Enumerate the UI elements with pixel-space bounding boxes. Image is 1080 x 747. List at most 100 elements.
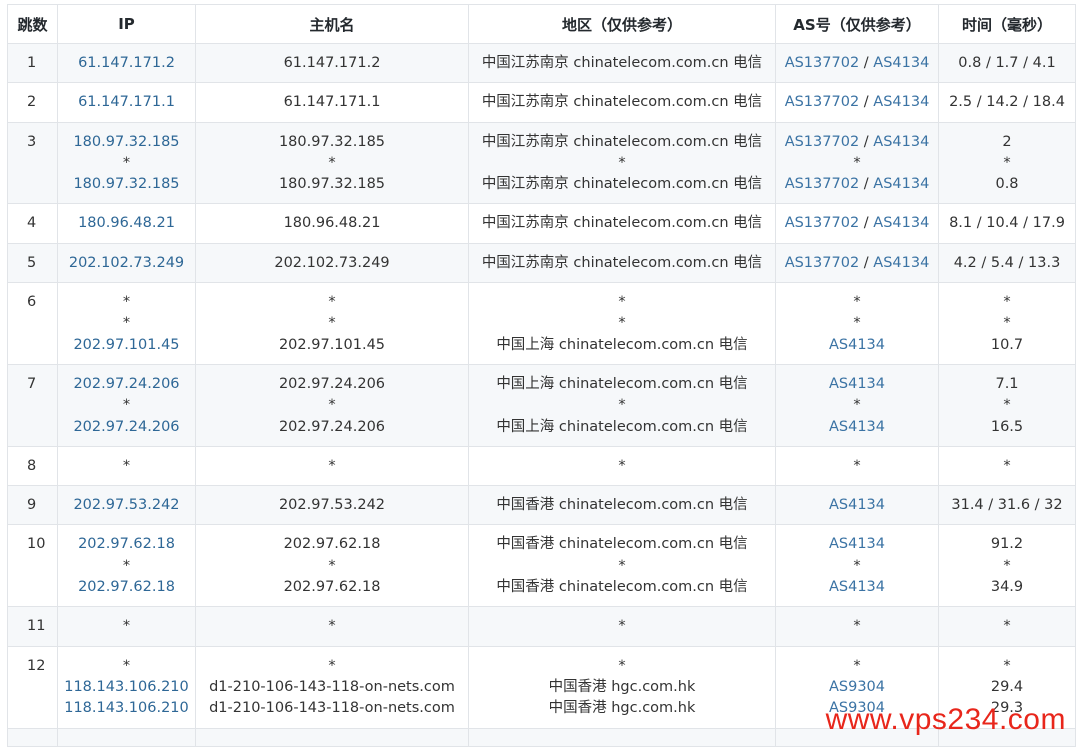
time-cell: * <box>938 445 1076 487</box>
hostname-cell: 180.96.48.21 <box>195 203 469 244</box>
as-line: AS4134 <box>780 335 934 356</box>
region-text: 中国上海 chinatelecom.com.cn 电信 <box>496 418 748 435</box>
table-row: 5 202.102.73.249 202.102.73.249 中国江苏南京 chin… <box>7 242 1076 284</box>
as-cell: * * AS4134 <box>775 282 939 365</box>
region-cell: 中国江苏南京 chinatelecom.com.cn 电信 * 中国江苏南京 chi… <box>468 121 776 205</box>
hostname-cell: * d1-210-106-143-118-on-nets.com d1-210-10… <box>195 645 469 729</box>
header-time: 时间（毫秒） <box>938 4 1076 44</box>
region-text: 中国香港 chinatelecom.com.cn 电信 <box>496 497 748 514</box>
as-line: * <box>780 313 934 334</box>
ip-link: * <box>122 315 131 332</box>
region-cell: * <box>468 606 776 647</box>
as-link[interactable]: AS137702 <box>785 215 859 231</box>
hostname-cell: 61.147.171.1 <box>195 82 469 123</box>
region-text: 中国江苏南京 chinatelecom.com.cn 电信 <box>481 254 763 271</box>
ip-link[interactable]: 61.147.171.2 <box>62 53 191 74</box>
as-link[interactable]: AS4134 <box>829 497 885 513</box>
hostname-text: d1-210-106-143-118-on-nets.com <box>209 700 455 717</box>
hostname-text: 202.97.53.242 <box>278 497 386 514</box>
hop-number: 3 <box>7 121 58 205</box>
time-text: 31.4 / 31.6 / 32 <box>951 497 1063 514</box>
as-link[interactable]: AS137702 <box>785 134 859 150</box>
as-link[interactable]: AS137702 <box>785 255 859 271</box>
time-text: 2.5 / 14.2 / 18.4 <box>949 94 1065 111</box>
hop-number: 11 <box>7 606 58 647</box>
ip-link[interactable]: 180.96.48.21 <box>62 213 191 234</box>
as-link[interactable]: AS4134 <box>873 215 929 231</box>
as-text: * <box>853 397 861 414</box>
ip-link[interactable]: 202.97.62.18 <box>62 577 191 598</box>
time-text: * <box>1003 618 1011 635</box>
as-line: AS4134 <box>780 577 934 598</box>
as-link[interactable]: AS4134 <box>829 419 885 435</box>
ip-link[interactable]: 180.97.32.185 <box>62 174 191 195</box>
as-line: AS9304 <box>780 677 934 698</box>
as-link[interactable]: AS4134 <box>873 134 929 150</box>
ip-link[interactable]: 118.143.106.210 <box>62 677 191 698</box>
ip-cell: 202.102.73.249 <box>57 242 196 284</box>
hostname-cell <box>195 727 469 747</box>
as-link[interactable]: AS137702 <box>785 176 859 192</box>
ip-link[interactable]: 202.97.24.206 <box>62 374 191 395</box>
as-link[interactable]: AS137702 <box>785 94 859 110</box>
time-cell: 2 * 0.8 <box>938 121 1076 205</box>
region-text: 中国江苏南京 chinatelecom.com.cn 电信 <box>481 94 763 111</box>
as-text: * <box>853 154 861 171</box>
hostname-text: 202.97.62.18 <box>283 579 381 596</box>
ip-link[interactable]: 118.143.106.210 <box>62 698 191 719</box>
region-text: * <box>618 457 626 474</box>
table-row: 11 * * * * * <box>7 606 1076 647</box>
time-text: * <box>1003 457 1011 474</box>
as-link[interactable]: AS4134 <box>873 55 929 71</box>
as-line: * <box>780 395 934 416</box>
table-body: 1 61.147.171.2 61.147.171.2 中国江苏南京 chinatel… <box>7 42 1076 747</box>
hostname-cell: * <box>195 445 469 487</box>
ip-cell: * * 202.97.101.45 <box>57 282 196 365</box>
as-cell: AS137702 / AS4134 <box>775 42 939 84</box>
as-cell: AS4134 <box>775 485 939 526</box>
ip-link: * <box>122 154 131 171</box>
hostname-cell: 180.97.32.185 * 180.97.32.185 <box>195 121 469 205</box>
as-link[interactable]: AS9304 <box>829 679 885 695</box>
as-link[interactable]: AS137702 <box>785 55 859 71</box>
as-cell: AS137702 / AS4134 <box>775 203 939 244</box>
as-link[interactable]: AS4134 <box>829 536 885 552</box>
ip-link[interactable]: 202.97.53.242 <box>62 495 191 516</box>
as-text: * <box>853 457 861 474</box>
as-link[interactable]: AS4134 <box>873 94 929 110</box>
hostname-text: 202.97.24.206 <box>278 375 386 392</box>
as-cell: * <box>775 445 939 487</box>
hostname-text: * <box>328 154 336 171</box>
ip-link[interactable]: 202.97.62.18 <box>62 534 191 555</box>
table-row: 9 202.97.53.242 202.97.53.242 中国香港 chinatel… <box>7 485 1076 526</box>
as-cell: * <box>775 606 939 647</box>
ip-link[interactable]: 202.102.73.249 <box>62 253 191 274</box>
region-text: * <box>618 154 626 171</box>
hostname-text: 202.97.62.18 <box>283 536 381 553</box>
time-text: 8.1 / 10.4 / 17.9 <box>949 215 1065 232</box>
as-text: * <box>853 657 861 674</box>
ip-cell: * 118.143.106.210 118.143.106.210 <box>57 645 196 729</box>
as-link[interactable]: AS4134 <box>873 255 929 271</box>
as-link[interactable]: AS4134 <box>873 176 929 192</box>
hostname-cell: * <box>195 606 469 647</box>
as-link[interactable]: AS4134 <box>829 337 885 353</box>
as-link[interactable]: AS4134 <box>829 376 885 392</box>
ip-link: * <box>122 397 131 414</box>
table-row: 4 180.96.48.21 180.96.48.21 中国江苏南京 chinatel… <box>7 203 1076 244</box>
time-cell: 4.2 / 5.4 / 13.3 <box>938 242 1076 284</box>
ip-link[interactable]: 202.97.101.45 <box>62 335 191 356</box>
as-line: * <box>780 616 934 637</box>
as-link[interactable]: AS4134 <box>829 579 885 595</box>
ip-link[interactable]: 202.97.24.206 <box>62 417 191 438</box>
hostname-cell: 202.97.62.18 * 202.97.62.18 <box>195 524 469 608</box>
header-hop: 跳数 <box>7 4 58 44</box>
region-cell: 中国上海 chinatelecom.com.cn 电信 * 中国上海 chinate… <box>468 363 776 447</box>
hostname-text: * <box>328 397 336 414</box>
hop-number: 6 <box>7 282 58 365</box>
time-text: * <box>1003 657 1011 674</box>
ip-link[interactable]: 61.147.171.1 <box>62 92 191 113</box>
ip-link[interactable]: 180.97.32.185 <box>62 132 191 153</box>
time-text: 34.9 <box>990 579 1024 596</box>
ip-cell: 180.96.48.21 <box>57 203 196 244</box>
